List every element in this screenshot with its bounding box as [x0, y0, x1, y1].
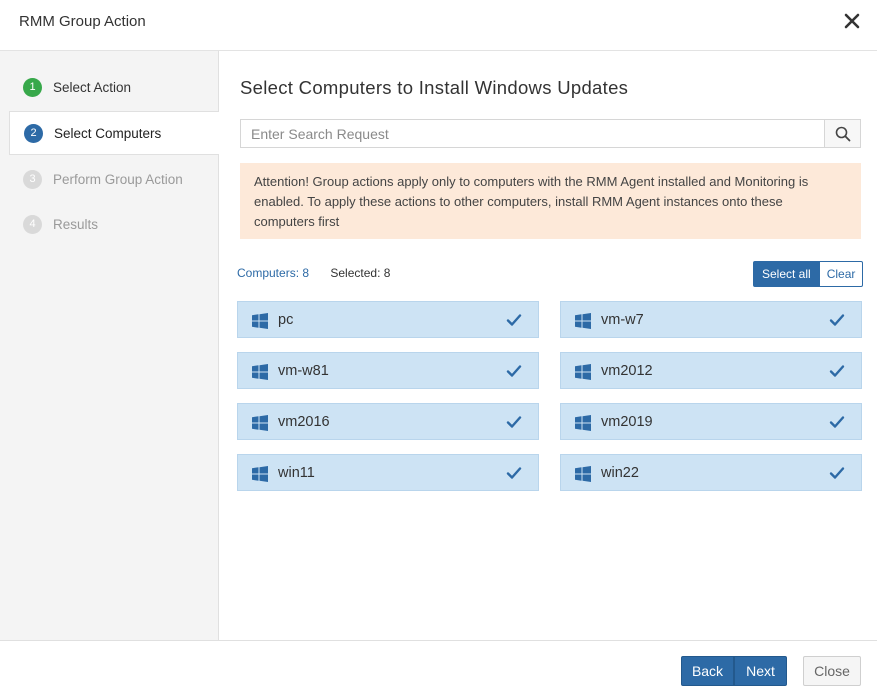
- check-icon: [829, 365, 845, 377]
- computer-name: vm2012: [601, 362, 653, 379]
- check-icon: [829, 314, 845, 326]
- computer-tile[interactable]: vm2012: [560, 352, 862, 389]
- selection-counts: Computers: 8 Selected: 8: [237, 266, 390, 280]
- step-select-computers[interactable]: 2 Select Computers: [9, 111, 219, 155]
- windows-icon: [252, 364, 268, 380]
- check-icon: [829, 467, 845, 479]
- step-results: 4 Results: [0, 202, 219, 246]
- step-number: 3: [23, 169, 42, 189]
- computer-tile[interactable]: win22: [560, 454, 862, 491]
- windows-icon: [575, 313, 591, 329]
- search-box: [240, 119, 861, 148]
- windows-icon: [575, 364, 591, 380]
- select-all-button[interactable]: Select all: [753, 261, 820, 287]
- step-number: 4: [23, 214, 42, 234]
- dialog-footer: Back Next Close: [0, 640, 877, 693]
- check-icon: [506, 314, 522, 326]
- computer-tile[interactable]: win11: [237, 454, 539, 491]
- check-icon: [506, 365, 522, 377]
- dialog-header: RMM Group Action: [0, 0, 877, 51]
- main-panel: Select Computers to Install Windows Upda…: [220, 51, 877, 640]
- windows-icon: [252, 313, 268, 329]
- next-button[interactable]: Next: [734, 656, 787, 686]
- computer-name: vm-w7: [601, 311, 644, 328]
- step-label: Select Action: [53, 79, 132, 95]
- windows-icon: [575, 466, 591, 482]
- clear-button[interactable]: Clear: [819, 261, 864, 287]
- wizard-nav: Back Next: [681, 656, 787, 686]
- close-button[interactable]: Close: [803, 656, 861, 686]
- computer-name: vm2016: [278, 413, 330, 430]
- step-label: Select Computers: [54, 125, 162, 141]
- step-select-action[interactable]: 1 Select Action: [0, 65, 219, 109]
- computer-name: win11: [278, 464, 315, 481]
- dialog-title: RMM Group Action: [19, 13, 146, 30]
- windows-icon: [575, 415, 591, 431]
- computer-tile[interactable]: vm-w81: [237, 352, 539, 389]
- step-perform-group-action: 3 Perform Group Action: [0, 157, 219, 201]
- search-input[interactable]: [241, 120, 825, 147]
- back-button[interactable]: Back: [681, 656, 734, 686]
- search-icon: [835, 126, 850, 141]
- computer-name: pc: [278, 311, 294, 328]
- computer-tile[interactable]: vm2019: [560, 403, 862, 440]
- computer-name: vm2019: [601, 413, 653, 430]
- page-title: Select Computers to Install Windows Upda…: [240, 77, 629, 98]
- step-number: 1: [23, 77, 42, 97]
- computer-name: win22: [601, 464, 639, 481]
- step-number: 2: [24, 123, 43, 143]
- check-icon: [829, 416, 845, 428]
- computer-tile[interactable]: vm2016: [237, 403, 539, 440]
- attention-alert: Attention! Group actions apply only to c…: [240, 163, 861, 239]
- search-button[interactable]: [824, 120, 860, 147]
- wizard-steps: 1 Select Action 2 Select Computers 3 Per…: [0, 51, 219, 640]
- selected-count: Selected: 8: [330, 266, 391, 280]
- step-label: Results: [53, 216, 99, 232]
- close-icon[interactable]: [841, 10, 863, 32]
- computer-tile[interactable]: vm-w7: [560, 301, 862, 338]
- step-label: Perform Group Action: [53, 171, 183, 187]
- computer-name: vm-w81: [278, 362, 329, 379]
- windows-icon: [252, 415, 268, 431]
- computers-count: Computers: 8: [237, 266, 310, 280]
- selection-toggle: Select all Clear: [753, 261, 864, 287]
- check-icon: [506, 467, 522, 479]
- check-icon: [506, 416, 522, 428]
- windows-icon: [252, 466, 268, 482]
- computer-tile[interactable]: pc: [237, 301, 539, 338]
